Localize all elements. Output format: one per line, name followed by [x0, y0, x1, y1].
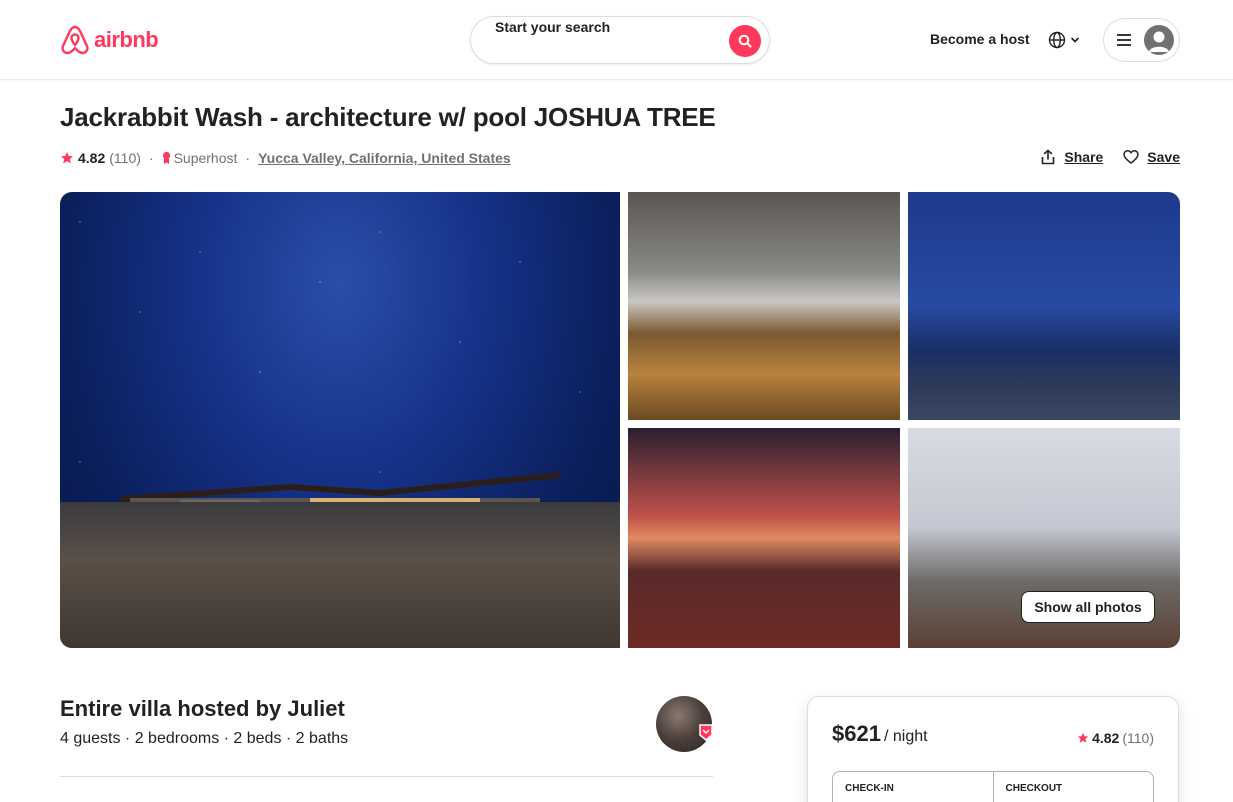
card-rating: 4.82 (110)	[1077, 730, 1154, 746]
separator-dot: ·	[245, 150, 251, 166]
card-rating-value: 4.82	[1092, 730, 1120, 746]
reviews-link[interactable]: (110)	[109, 150, 141, 166]
photo-house-night-pool[interactable]	[908, 192, 1180, 420]
superhost-badge-icon	[699, 724, 713, 741]
checkout-field[interactable]: CHECKOUT	[992, 772, 1154, 802]
photo-gallery	[60, 192, 1180, 648]
search-placeholder: Start your search	[495, 19, 611, 35]
star-icon	[61, 152, 73, 164]
photo-main-night-house[interactable]	[60, 192, 620, 648]
checkout-label: CHECKOUT	[1005, 783, 1063, 794]
airbnb-logo[interactable]: airbnb	[60, 24, 159, 56]
airbnb-logo-icon	[61, 25, 89, 55]
check-in-field[interactable]: CHECK-IN	[833, 772, 993, 802]
language-button[interactable]	[1048, 26, 1080, 54]
chevron-down-icon	[1071, 37, 1079, 43]
search-bar[interactable]: Start your search	[470, 16, 770, 64]
listing-actions: Share Save	[1040, 149, 1180, 165]
search-button[interactable]	[729, 25, 761, 57]
card-reviews-link[interactable]: (110)	[1122, 730, 1154, 746]
share-button[interactable]: Share	[1040, 149, 1103, 165]
rating-value: 4.82	[78, 150, 106, 166]
listing-title: Jackrabbit Wash - architecture w/ pool J…	[60, 102, 716, 132]
listing-capacity: 4 guests · 2 bedrooms · 2 beds · 2 baths	[60, 730, 349, 747]
host-title: Entire villa hosted by Juliet	[60, 696, 345, 721]
check-in-label: CHECK-IN	[845, 783, 894, 794]
show-all-photos-button[interactable]: Show all photos	[1021, 591, 1155, 623]
search-icon	[738, 34, 752, 48]
photo-house-mountains[interactable]	[628, 192, 900, 420]
share-label: Share	[1064, 149, 1104, 165]
location-link[interactable]: Yucca Valley, California, United States	[258, 150, 511, 166]
menu-icon	[1117, 34, 1131, 46]
become-host-link[interactable]: Become a host	[930, 31, 1030, 47]
section-divider	[60, 776, 713, 777]
listing-meta: 4.82 (110) · Superhost · Yucca Valley, C…	[60, 148, 511, 168]
globe-icon	[1048, 31, 1066, 49]
date-picker[interactable]: CHECK-IN CHECKOUT	[832, 771, 1154, 802]
user-menu-button[interactable]	[1103, 18, 1180, 62]
share-icon	[1042, 149, 1055, 165]
save-button[interactable]: Save	[1123, 149, 1180, 165]
separator-dot: ·	[148, 150, 154, 166]
heart-icon	[1123, 150, 1140, 164]
booking-card: $621 / night 4.82 (110) CHECK-IN CHECKOU…	[807, 696, 1179, 802]
desert-ground	[60, 502, 620, 648]
top-nav: airbnb Start your search Become a host	[0, 0, 1233, 80]
nightly-price: $621	[832, 721, 881, 746]
per-night-label: / night	[884, 728, 928, 745]
photo-deck-sunset[interactable]	[628, 428, 900, 648]
save-label: Save	[1147, 149, 1180, 165]
superhost-text: Superhost	[173, 150, 238, 166]
superhost-badge-icon	[162, 151, 170, 164]
brand-name: airbnb	[94, 27, 159, 52]
star-icon	[1077, 732, 1089, 743]
user-avatar-icon	[1144, 25, 1174, 55]
superhost-label: Superhost	[162, 150, 238, 166]
